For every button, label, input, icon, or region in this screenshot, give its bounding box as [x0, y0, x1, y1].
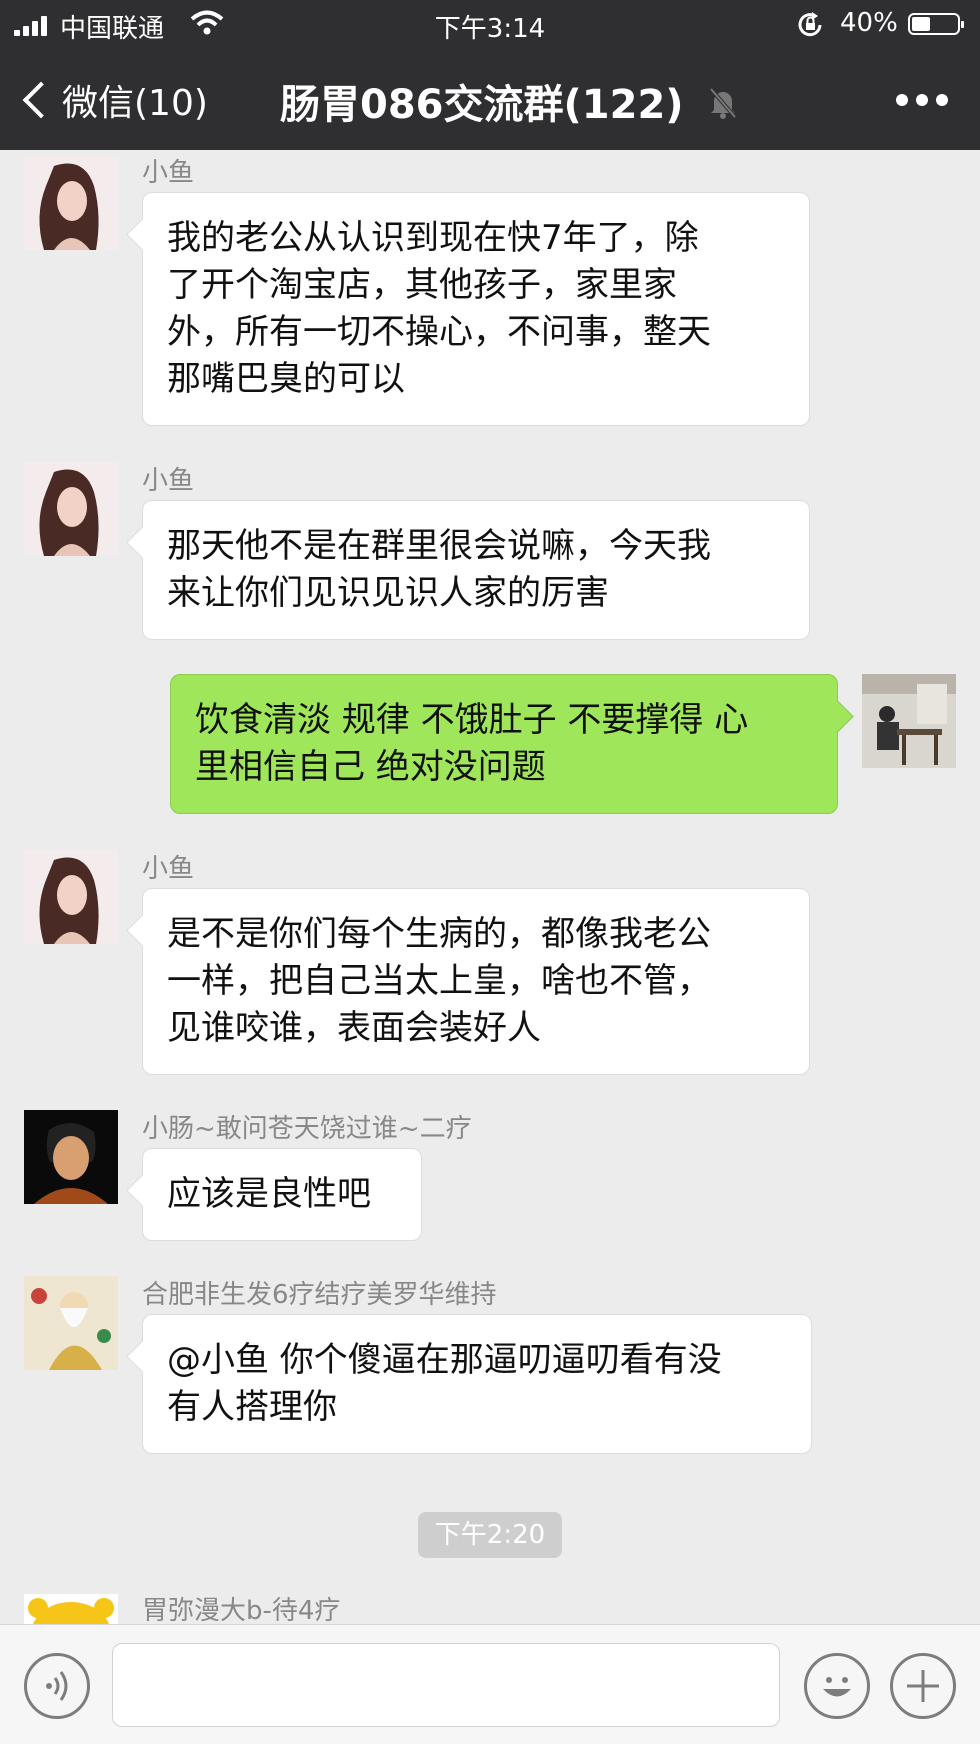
avatar-xiaoyu[interactable]	[24, 850, 118, 944]
status-bar: 中国联通 下午3:14 40%	[0, 0, 980, 50]
top-bar: 中国联通 下午3:14 40% 微信(10) 肠胃086交流群(122)	[0, 0, 980, 150]
avatar-hefei[interactable]	[24, 1276, 118, 1370]
emoji-button[interactable]	[804, 1653, 870, 1719]
message-line: 里相信自己 绝对没问题	[195, 747, 546, 787]
message-line: 来让你们见识见识人家的厉害	[167, 573, 609, 613]
message-line: 有人搭理你	[167, 1387, 337, 1427]
more-button[interactable]	[896, 90, 948, 110]
nav-bar: 微信(10) 肠胃086交流群(122)	[0, 50, 980, 150]
message-line: 一样，把自己当太上皇，啥也不管，	[167, 961, 711, 1001]
avatar-xiaoyu[interactable]	[24, 462, 118, 556]
voice-icon	[46, 1671, 68, 1701]
message-line: 饮食清淡 规律 不饿肚子 不要撑得 心	[195, 700, 749, 740]
message-bubble[interactable]: 那天他不是在群里很会说嘛，今天我 来让你们见识见识人家的厉害	[142, 500, 810, 640]
battery-percent: 40%	[840, 8, 898, 38]
avatar-xiaochang[interactable]	[24, 1110, 118, 1204]
sender-name: 合肥非生发6疗结疗美罗华维持	[142, 1280, 497, 1310]
message-line: 见谁咬谁，表面会装好人	[167, 1008, 541, 1048]
back-button[interactable]: 微信(10)	[20, 72, 208, 128]
sender-name: 小鱼	[142, 158, 195, 188]
emoji-icon	[823, 1677, 851, 1697]
input-bar	[0, 1624, 980, 1744]
sender-name: 胃弥漫大b-待4疗	[142, 1596, 341, 1626]
status-time: 下午3:14	[434, 14, 546, 44]
sender-name: 小鱼	[142, 854, 195, 884]
plus-icon	[907, 1670, 939, 1702]
message-bubble-own[interactable]: 饮食清淡 规律 不饿肚子 不要撑得 心 里相信自己 绝对没问题	[170, 674, 838, 814]
message-line: @小鱼 你个傻逼在那逼叨逼叨看有没	[167, 1340, 722, 1380]
message-line: 我的老公从认识到现在快7年了，除	[167, 218, 699, 258]
mute-bell-icon	[709, 87, 737, 119]
voice-button[interactable]	[24, 1653, 90, 1719]
chat-title: 肠胃086交流群(122)	[280, 82, 684, 128]
avatar-weimi[interactable]	[24, 1594, 118, 1624]
message-line: 应该是良性吧	[167, 1174, 371, 1214]
message-bubble[interactable]: @小鱼 你个傻逼在那逼叨逼叨看有没 有人搭理你	[142, 1314, 812, 1454]
message-line: 外，所有一切不操心，不问事，整天	[167, 312, 711, 352]
avatar-xiaoyu[interactable]	[24, 156, 118, 250]
message-bubble[interactable]: 应该是良性吧	[142, 1148, 422, 1241]
more-icon	[896, 94, 908, 106]
avatar-self[interactable]	[862, 674, 956, 768]
rotation-lock-icon	[798, 12, 822, 37]
message-bubble[interactable]: 是不是你们每个生病的，都像我老公 一样，把自己当太上皇，啥也不管， 见谁咬谁，表…	[142, 888, 810, 1075]
message-line: 是不是你们每个生病的，都像我老公	[167, 914, 711, 954]
message-line: 了开个淘宝店，其他孩子，家里家	[167, 265, 677, 305]
message-bubble[interactable]: 我的老公从认识到现在快7年了，除 了开个淘宝店，其他孩子，家里家 外，所有一切不…	[142, 192, 810, 426]
sender-name: 小肠~敢问苍天饶过谁~二疗	[142, 1114, 472, 1144]
back-chevron-icon	[22, 81, 60, 119]
message-line: 那嘴巴臭的可以	[167, 359, 405, 399]
time-divider: 下午2:20	[418, 1512, 562, 1558]
message-input[interactable]	[112, 1643, 780, 1727]
sender-name: 小鱼	[142, 466, 195, 496]
battery-icon	[908, 13, 964, 35]
message-line: 那天他不是在群里很会说嘛，今天我	[167, 526, 711, 566]
back-label: 微信(10)	[62, 83, 208, 124]
plus-button[interactable]	[890, 1653, 956, 1719]
